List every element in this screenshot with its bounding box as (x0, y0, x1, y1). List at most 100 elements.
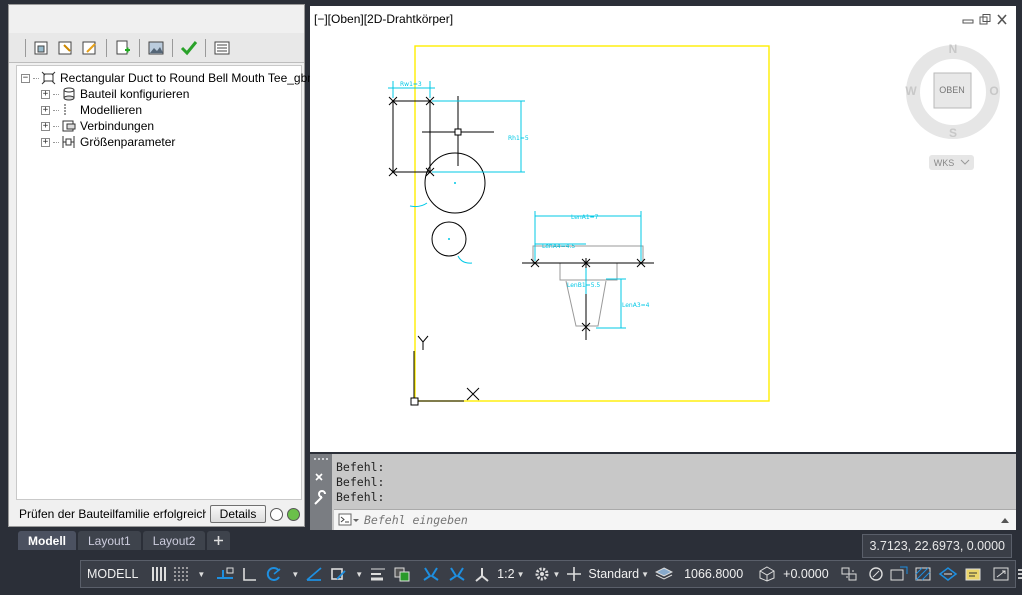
application-status-bar: MODELL ▼ ▼ ▼ 1:2 ▼ ▼ Standard ▼ 1066.8000 … (80, 560, 1022, 588)
compass-east[interactable]: O (989, 84, 998, 98)
grid-icon[interactable] (148, 563, 170, 585)
grip-points (388, 96, 435, 177)
compass-north[interactable]: N (949, 42, 958, 56)
modeling-icon (61, 103, 77, 117)
expand-icon[interactable]: + (41, 121, 50, 131)
expand-icon[interactable]: + (41, 89, 50, 99)
tree-item-size-params[interactable]: + Größenparameter (41, 134, 175, 150)
edit-part-icon[interactable] (80, 38, 100, 58)
save-as-icon[interactable] (56, 38, 76, 58)
toolbar-separator (139, 38, 140, 57)
tree-item-label: Größenparameter (80, 135, 176, 149)
ucs-menu-label: WKS (934, 158, 955, 168)
selection-cycling-icon[interactable] (390, 563, 414, 585)
tab-model[interactable]: Modell (18, 531, 76, 550)
collapse-icon[interactable]: − (21, 73, 30, 83)
command-history: Befehl: Befehl: Befehl: (336, 460, 384, 505)
workspace-gear-icon[interactable]: ▼ (531, 563, 563, 585)
command-input-row (334, 509, 1016, 530)
save-part-icon[interactable] (32, 38, 52, 58)
add-icon[interactable] (563, 563, 585, 585)
drawing-viewport[interactable]: [−][Oben][2D-Drahtkörper] Rw1=3 Rh1=5 Le… (310, 6, 1016, 452)
history-up-icon[interactable] (1000, 513, 1010, 527)
tree-item-modeling[interactable]: + Modellieren (41, 102, 142, 118)
tree-connector (53, 141, 59, 143)
elevation-value[interactable]: 1066.8000 (676, 563, 751, 585)
tree-root[interactable]: − Rectangular Duct to Round Bell Mouth T… (21, 70, 317, 86)
tee-centerlines (522, 258, 654, 340)
lineweight-icon[interactable] (366, 563, 390, 585)
tree-connector (53, 93, 59, 95)
new-part-icon[interactable] (113, 38, 133, 58)
tab-layout1[interactable]: Layout1 (78, 531, 141, 550)
leader-line (409, 202, 428, 208)
tree-connector (53, 109, 59, 111)
viewcube[interactable]: OBEN N S W O WKS (905, 42, 1000, 170)
tree-root-label: Rectangular Duct to Round Bell Mouth Tee… (60, 71, 318, 85)
circle-center (448, 238, 450, 240)
tree-item-connections[interactable]: + Verbindungen (41, 118, 154, 134)
layers-icon[interactable] (652, 563, 676, 585)
model-canvas[interactable]: Rw1=3 Rh1=5 LenA1=7 LenA4=4.5 LenB1=5.5 … (310, 6, 1016, 452)
command-input[interactable] (364, 513, 964, 527)
content-browser-palette: − Rectangular Duct to Round Bell Mouth T… (8, 4, 317, 527)
dynamic-input-icon[interactable] (212, 563, 238, 585)
toolbar-separator (106, 38, 107, 57)
isodraft-icon[interactable] (302, 563, 326, 585)
model-space-toggle[interactable]: MODELL (81, 563, 144, 585)
snap-grid-icon[interactable] (170, 563, 192, 585)
size-parameters-icon (61, 135, 77, 149)
part-tree: − Rectangular Duct to Round Bell Mouth T… (16, 65, 317, 500)
customization-menu-icon[interactable] (1013, 563, 1022, 585)
cube-icon[interactable] (755, 563, 779, 585)
toolbar-separator (25, 38, 26, 57)
image-icon[interactable] (146, 38, 166, 58)
leader-line (457, 255, 473, 264)
isolate-objects-icon[interactable] (865, 563, 887, 585)
command-prompt-icon[interactable] (338, 513, 360, 527)
coordinates-display[interactable]: 3.7123, 22.6973, 0.0000 (862, 534, 1012, 558)
compass-west[interactable]: W (905, 84, 917, 98)
wrench-icon (314, 490, 326, 505)
expand-icon[interactable]: + (41, 137, 50, 147)
osnap-dropdown-icon[interactable]: ▼ (350, 563, 366, 585)
add-layout-button[interactable] (207, 531, 231, 550)
validate-check-icon[interactable] (179, 38, 199, 58)
properties-list-icon[interactable] (212, 38, 232, 58)
offset-value[interactable]: +0.0000 (779, 563, 833, 585)
fullscreen-icon[interactable] (989, 563, 1013, 585)
command-line-grip[interactable] (310, 454, 332, 530)
tab-layout2[interactable]: Layout2 (142, 531, 206, 550)
hatch-icon[interactable] (911, 563, 935, 585)
transparency-icon[interactable] (935, 563, 961, 585)
details-button[interactable]: Details (210, 505, 266, 523)
annotation-scale-value[interactable]: 1:2 ▼ (494, 563, 527, 585)
style-label: Standard (588, 567, 640, 581)
toolbar-separator (205, 38, 206, 57)
style-selector[interactable]: Standard ▼ (585, 563, 652, 585)
expand-icon[interactable]: + (41, 105, 50, 115)
tree-connector (33, 77, 39, 79)
palette-toolbar (9, 33, 304, 63)
close-icon (315, 473, 323, 481)
dimension-rh: Rh1=5 (508, 135, 529, 142)
chevron-down-icon: ▼ (516, 569, 525, 579)
snap-dropdown-icon[interactable]: ▼ (192, 563, 208, 585)
graphics-performance-icon[interactable] (887, 563, 911, 585)
annotation-scale-icon[interactable] (470, 563, 494, 585)
ortho-icon[interactable] (238, 563, 262, 585)
polar-dropdown-icon[interactable]: ▼ (286, 563, 302, 585)
annotation-visibility-icon[interactable] (418, 563, 444, 585)
chevron-down-icon: ▼ (641, 569, 650, 579)
validation-status: Prüfen der Bauteilfamilie erfolgreich De… (16, 503, 302, 525)
polar-tracking-icon[interactable] (262, 563, 286, 585)
compass-south[interactable]: S (949, 126, 957, 140)
drawing-boundary (414, 45, 770, 402)
hardware-acceleration-icon[interactable] (837, 563, 861, 585)
status-message: Prüfen der Bauteilfamilie erfolgreich (19, 507, 206, 521)
tree-item-configure[interactable]: + Bauteil konfigurieren (41, 86, 189, 102)
dimension-len-a4: LenA4=4.5 (542, 243, 575, 250)
object-snap-icon[interactable] (326, 563, 350, 585)
annotation-autoscale-icon[interactable] (444, 563, 470, 585)
quick-properties-icon[interactable] (961, 563, 985, 585)
